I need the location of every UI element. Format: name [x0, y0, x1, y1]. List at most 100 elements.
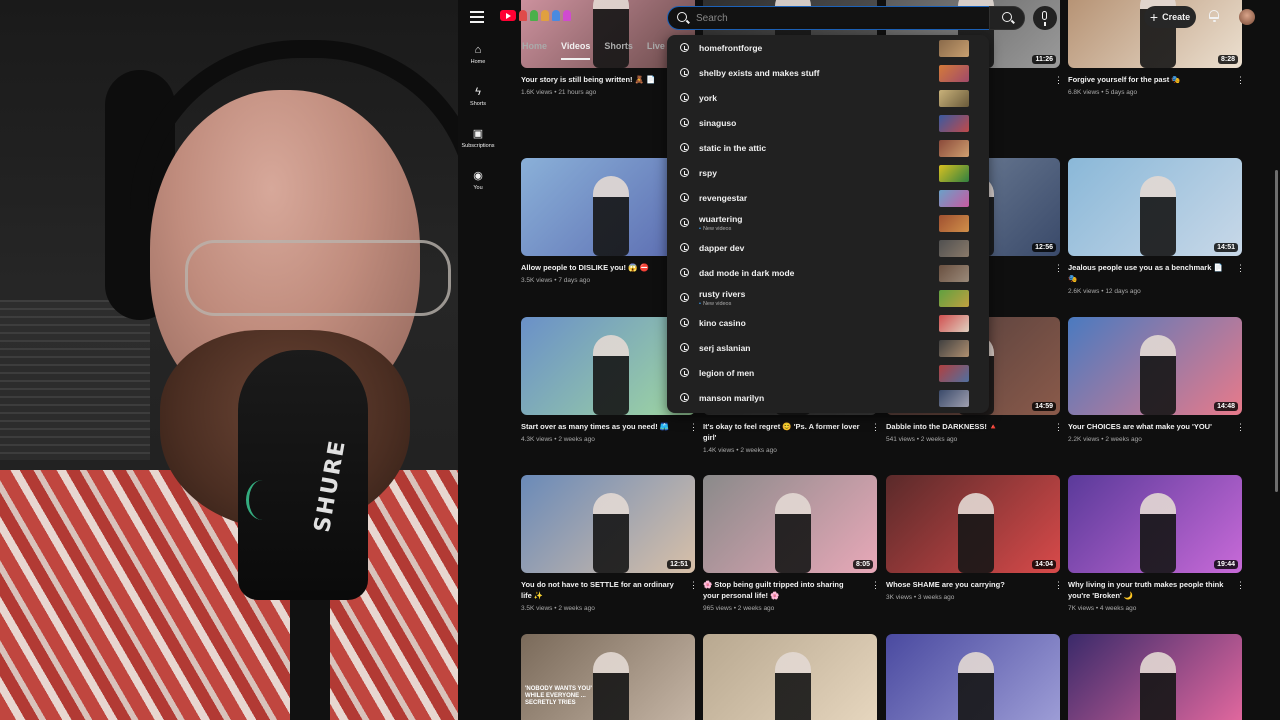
sidebar-item-you[interactable]: ◉ You — [458, 162, 498, 204]
video-thumbnail[interactable]: 8:05 — [703, 475, 877, 573]
channel-tabs: Home Videos Shorts Live — [522, 36, 665, 60]
suggestion-text: serj aslanian — [699, 343, 751, 353]
tab-videos[interactable]: Videos — [561, 36, 591, 60]
search-suggestion[interactable]: legion of men — [667, 361, 989, 386]
video-thumbnail[interactable]: 14:48 — [1068, 317, 1242, 415]
history-icon — [680, 168, 689, 177]
voice-search-button[interactable] — [1033, 6, 1057, 30]
more-options-icon[interactable]: ⋮ — [1236, 422, 1245, 432]
history-icon — [680, 293, 689, 302]
create-button[interactable]: + Create — [1144, 6, 1196, 28]
search-suggestion[interactable]: wuartering New videos — [667, 211, 989, 236]
suggestion-subtext: New videos — [699, 226, 731, 232]
more-options-icon[interactable]: ⋮ — [1236, 580, 1245, 590]
search-box[interactable] — [667, 6, 991, 30]
video-thumbnail[interactable] — [703, 634, 877, 720]
notifications-button[interactable] — [1208, 10, 1220, 22]
plus-icon: + — [1149, 9, 1159, 25]
duration-badge: 8:05 — [852, 560, 873, 569]
history-icon — [680, 193, 689, 202]
gaming-chair — [0, 300, 150, 460]
video-thumbnail[interactable]: 12:51 — [521, 475, 695, 573]
search-suggestion[interactable]: revengestar — [667, 186, 989, 211]
youtube-logo[interactable] — [500, 10, 571, 21]
search-suggestion[interactable]: sinaguso — [667, 111, 989, 136]
thumbnail-figure — [958, 493, 994, 573]
sidebar-item-subscriptions[interactable]: ▣ Subscriptions — [458, 120, 498, 162]
suggestion-thumbnail — [939, 390, 969, 407]
history-icon — [680, 343, 689, 352]
sidebar-item-home[interactable]: ⌂ Home — [458, 36, 498, 78]
search-suggestion[interactable]: dapper dev — [667, 236, 989, 261]
suggestion-thumbnail — [939, 265, 969, 282]
menu-icon[interactable] — [470, 9, 484, 23]
video-thumbnail[interactable]: 14:04 — [886, 475, 1060, 573]
history-icon — [680, 118, 689, 127]
more-options-icon[interactable]: ⋮ — [1054, 422, 1063, 432]
search-suggestion[interactable]: serj aslanian — [667, 336, 989, 361]
video-meta: 1.4K views • 2 weeks ago — [703, 447, 777, 454]
more-options-icon[interactable]: ⋮ — [871, 580, 880, 590]
more-options-icon[interactable]: ⋮ — [1236, 75, 1245, 85]
more-options-icon[interactable]: ⋮ — [1054, 263, 1063, 273]
video-title[interactable]: Why living in your truth makes people th… — [1068, 579, 1226, 601]
tab-home[interactable]: Home — [522, 36, 547, 58]
microphone-icon — [1042, 11, 1047, 26]
video-title[interactable]: Whose SHAME are you carrying? — [886, 579, 1044, 590]
sidebar-item-shorts[interactable]: ϟ Shorts — [458, 78, 498, 120]
more-options-icon[interactable]: ⋮ — [871, 422, 880, 432]
video-meta: 1.6K views • 21 hours ago — [521, 89, 597, 96]
video-thumbnail[interactable]: 'NOBODY WANTS YOU' WHILE EVERYONE ... SE… — [521, 634, 695, 720]
more-options-icon[interactable]: ⋮ — [689, 580, 698, 590]
video-title[interactable]: Allow people to DISLIKE you! 😱 ⛔ — [521, 262, 679, 273]
search-suggestion[interactable]: homefrontforge — [667, 36, 989, 61]
tab-shorts[interactable]: Shorts — [604, 36, 633, 58]
search-suggestion[interactable]: rspy — [667, 161, 989, 186]
avatar[interactable] — [1239, 9, 1255, 25]
video-title[interactable]: Start over as many times as you need! 🩳 — [521, 421, 679, 432]
video-title[interactable]: Your CHOICES are what make you 'YOU' — [1068, 421, 1226, 432]
suggestion-text: dapper dev — [699, 243, 745, 253]
video-title[interactable]: Dabble into the DARKNESS! 🔺 — [886, 421, 1044, 432]
search-suggestion[interactable]: static in the attic — [667, 136, 989, 161]
more-options-icon[interactable]: ⋮ — [1236, 263, 1245, 273]
video-thumbnail[interactable]: 19:44 — [1068, 475, 1242, 573]
video-title[interactable]: Your story is still being written! 🧸 📄 — [521, 74, 679, 85]
search-suggestion[interactable]: kino casino — [667, 311, 989, 336]
history-icon — [680, 318, 689, 327]
search-input[interactable] — [694, 9, 978, 27]
suggestion-text: rspy — [699, 168, 717, 178]
video-title[interactable]: 🌸 Stop being guilt tripped into sharing … — [703, 579, 861, 601]
video-thumbnail[interactable]: 14:51 — [1068, 158, 1242, 256]
video-title[interactable]: Jealous people use you as a benchmark 📄 … — [1068, 262, 1226, 284]
video-title[interactable]: It's okay to feel regret 😊 'Ps. A former… — [703, 421, 861, 443]
video-thumbnail[interactable] — [1068, 634, 1242, 720]
video-thumbnail[interactable] — [886, 634, 1060, 720]
search-button[interactable] — [989, 6, 1025, 30]
suggestion-thumbnail — [939, 215, 969, 232]
history-icon — [680, 393, 689, 402]
video-title[interactable]: Forgive yourself for the past 🎭 — [1068, 74, 1226, 85]
more-options-icon[interactable]: ⋮ — [1054, 580, 1063, 590]
suggestion-text: static in the attic — [699, 143, 767, 153]
sidebar-item-label: Home — [470, 59, 486, 65]
webcam-overlay: SHURE — [0, 0, 458, 720]
scrollbar[interactable] — [1275, 170, 1278, 492]
tab-live[interactable]: Live — [647, 36, 665, 58]
search-suggestion[interactable]: dad mode in dark mode — [667, 261, 989, 286]
suggestion-text: shelby exists and makes stuff — [699, 68, 820, 78]
home-icon: ⌂ — [474, 44, 482, 56]
search-suggestion[interactable]: rusty rivers New videos — [667, 286, 989, 311]
mic-arm — [290, 590, 330, 720]
video-title[interactable]: You do not have to SETTLE for an ordinar… — [521, 579, 679, 601]
suggestion-thumbnail — [939, 90, 969, 107]
suggestion-text: dad mode in dark mode — [699, 268, 795, 278]
duration-badge: 14:51 — [1214, 243, 1238, 252]
search-suggestion[interactable]: shelby exists and makes stuff — [667, 61, 989, 86]
more-options-icon[interactable]: ⋮ — [1054, 75, 1063, 85]
more-options-icon[interactable]: ⋮ — [689, 422, 698, 432]
suggestion-thumbnail — [939, 65, 969, 82]
search-suggestion[interactable]: manson marilyn — [667, 386, 989, 411]
suggestion-thumbnail — [939, 190, 969, 207]
search-suggestion[interactable]: york — [667, 86, 989, 111]
